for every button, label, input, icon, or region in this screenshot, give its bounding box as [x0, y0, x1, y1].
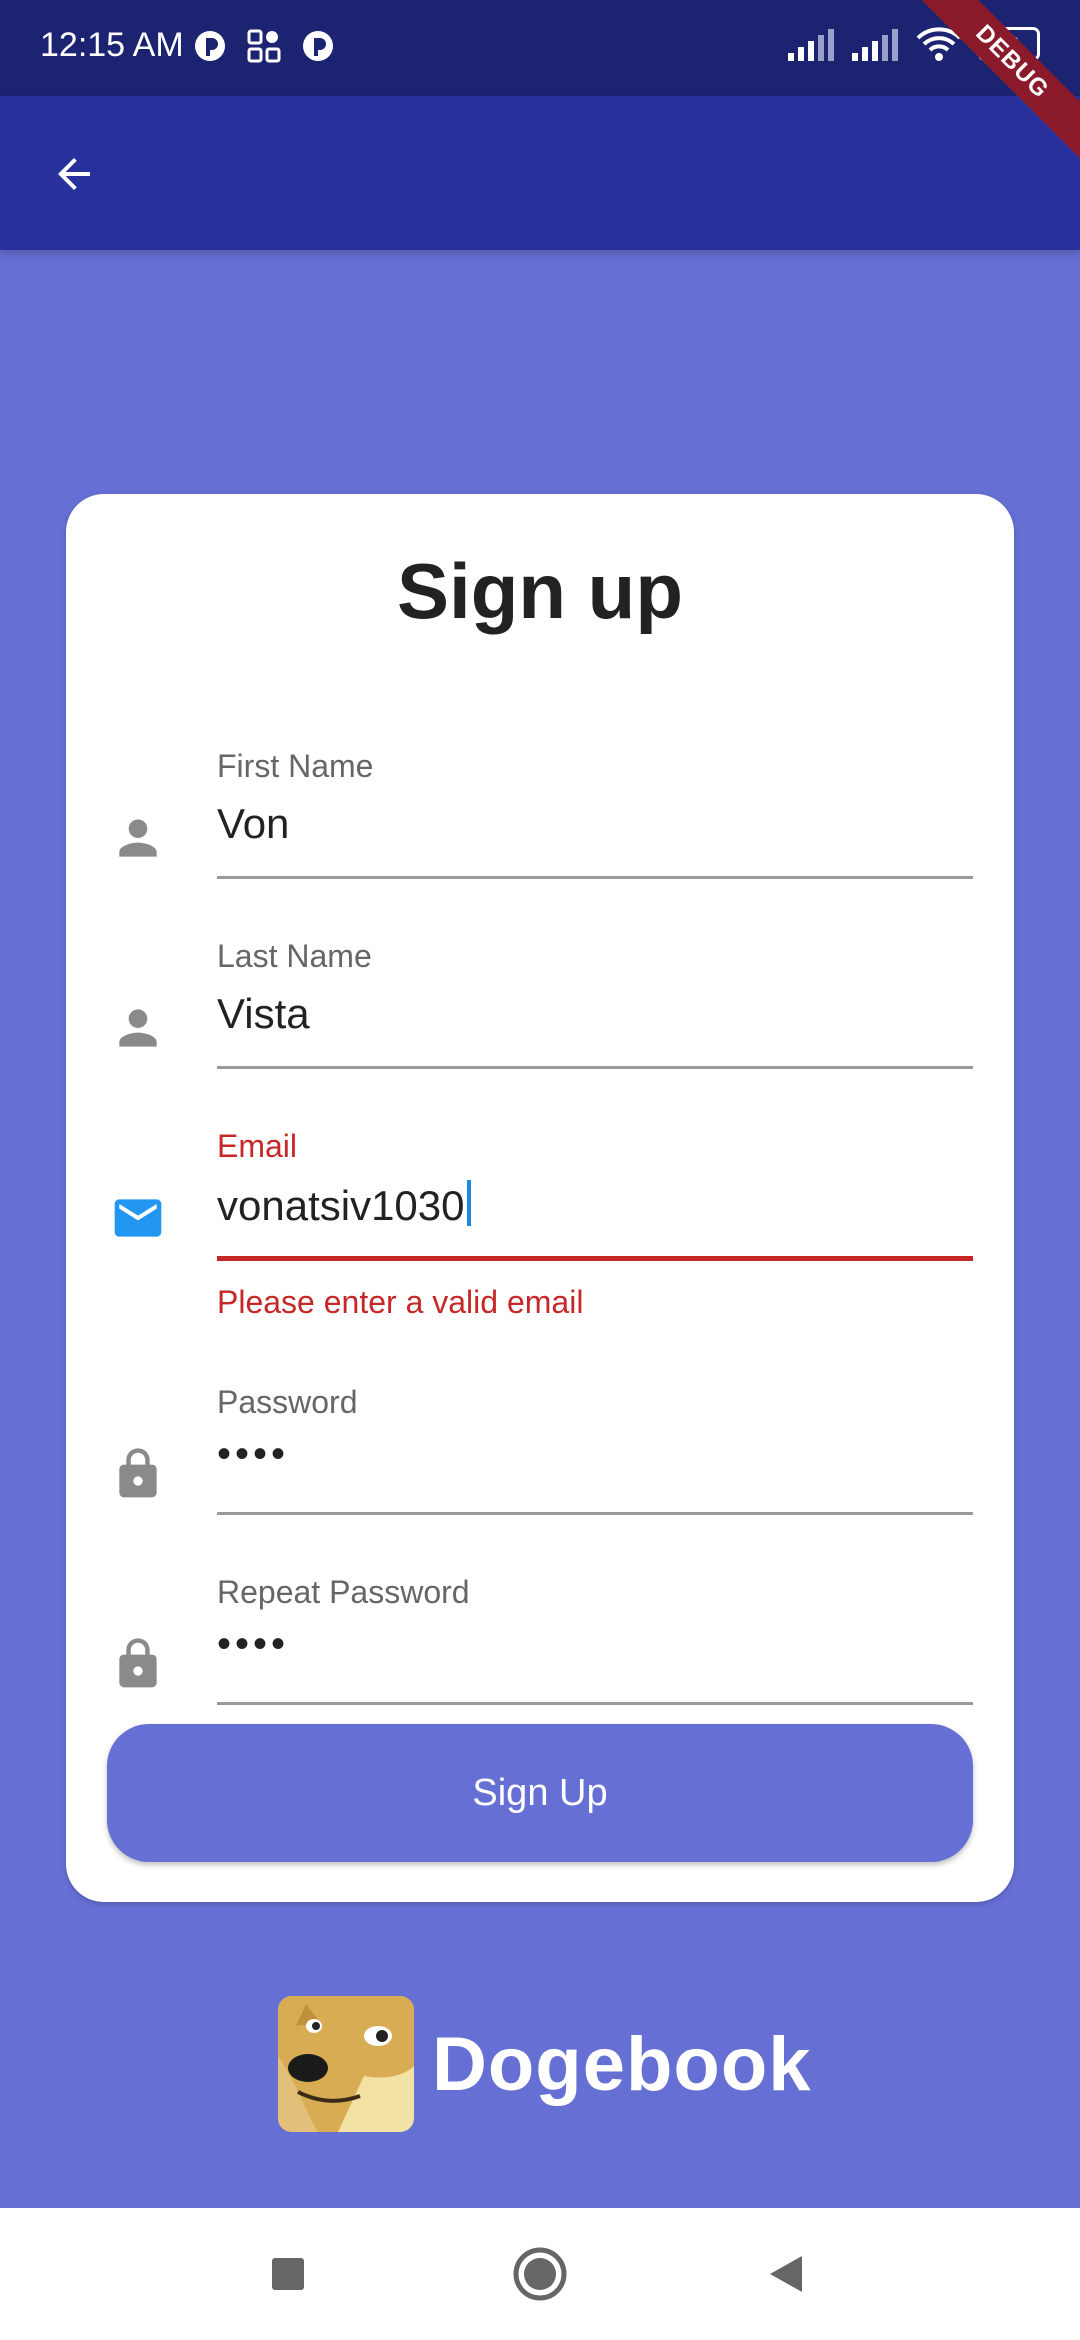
page-title: Sign up [397, 547, 683, 635]
widgets-icon [247, 29, 281, 63]
notification-icons [192, 28, 336, 64]
repeat-password-underline [217, 1702, 973, 1705]
status-bar: 12:15 AM 36 [0, 0, 1080, 96]
first-name-underline [217, 876, 973, 879]
password-field[interactable]: Password •••• [66, 1376, 1014, 1566]
email-value: vonatsiv1030 [217, 1182, 465, 1229]
last-name-input[interactable]: Vista [217, 990, 310, 1038]
last-name-underline [217, 1066, 973, 1069]
repeat-password-label: Repeat Password [217, 1574, 470, 1610]
person-icon [119, 819, 157, 857]
email-underline [217, 1256, 973, 1261]
password-underline [217, 1512, 973, 1515]
square-icon [272, 2258, 304, 2290]
status-time: 12:15 AM [40, 26, 184, 64]
home-circle-icon [513, 2247, 567, 2301]
signal-icon [852, 29, 898, 61]
app-notification-icon [303, 31, 333, 61]
recents-button[interactable] [258, 2244, 318, 2304]
password-label: Password [217, 1384, 358, 1420]
app-bar [0, 96, 1080, 250]
last-name-label: Last Name [217, 938, 372, 974]
system-nav-bar [0, 2208, 1080, 2340]
lock-icon [119, 1448, 157, 1498]
password-input[interactable]: •••• [217, 1432, 289, 1477]
first-name-label: First Name [217, 748, 374, 784]
email-error-message: Please enter a valid email [217, 1284, 584, 1320]
arrow-back-icon [58, 158, 90, 190]
back-button[interactable] [40, 140, 108, 208]
repeat-password-input[interactable]: •••• [217, 1622, 289, 1667]
email-icon [114, 1199, 162, 1237]
last-name-field[interactable]: Last Name Vista [66, 930, 1014, 1120]
sign-up-button[interactable]: Sign Up [107, 1724, 973, 1862]
app-notification-icon [195, 31, 225, 61]
person-icon [119, 1009, 157, 1047]
doge-logo-icon [278, 1996, 414, 2132]
lock-icon [119, 1638, 157, 1688]
email-input[interactable]: vonatsiv1030 [217, 1180, 471, 1230]
back-nav-button[interactable] [756, 2244, 816, 2304]
triangle-back-icon [770, 2256, 802, 2292]
signal-icon [788, 29, 834, 61]
email-field[interactable]: Email vonatsiv1030 Please enter a valid … [66, 1120, 1014, 1320]
brand-name: Dogebook [432, 2021, 812, 2107]
email-label: Email [217, 1128, 298, 1164]
signup-card: Sign up First Name Von Last Name Vista E… [66, 494, 1014, 1902]
first-name-field[interactable]: First Name Von [66, 740, 1014, 930]
brand-logo: Dogebook [278, 1996, 812, 2132]
text-cursor [466, 1180, 471, 1226]
home-button[interactable] [510, 2244, 570, 2304]
first-name-input[interactable]: Von [217, 800, 289, 848]
